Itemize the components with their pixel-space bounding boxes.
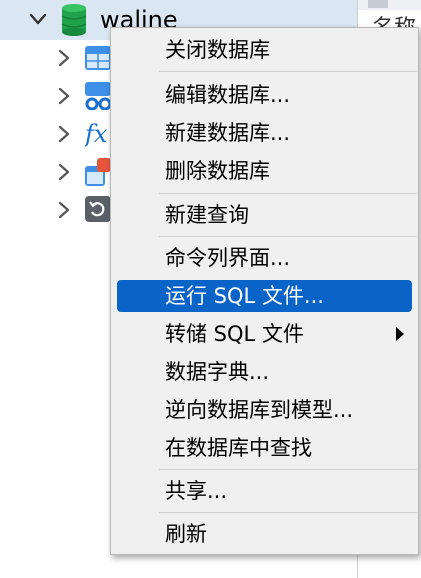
- svg-text:fx: fx: [85, 120, 108, 148]
- menu-item-label: 命令列界面...: [165, 246, 291, 270]
- menu-item-run-sql-file[interactable]: 运行 SQL 文件...: [117, 280, 412, 312]
- menu-item-refresh[interactable]: 刷新: [117, 518, 412, 550]
- chevron-right-icon[interactable]: [56, 200, 72, 220]
- chevron-right-icon[interactable]: [56, 86, 72, 106]
- views-icon: [85, 82, 111, 110]
- menu-item-delete-database[interactable]: 删除数据库: [117, 155, 412, 187]
- backups-icon: [85, 196, 111, 222]
- context-menu: 关闭数据库 编辑数据库... 新建数据库... 删除数据库 新建查询 命令列界面…: [110, 27, 419, 555]
- menu-item-command-line[interactable]: 命令列界面...: [117, 242, 412, 274]
- menu-separator: [159, 71, 419, 72]
- menu-item-new-database[interactable]: 新建数据库...: [117, 117, 412, 149]
- menu-item-share[interactable]: 共享...: [117, 475, 412, 507]
- submenu-arrow-icon: [396, 327, 404, 341]
- tree-item-views[interactable]: [0, 78, 111, 114]
- tree-item-backups[interactable]: [0, 192, 111, 228]
- menu-item-label: 关闭数据库: [165, 38, 270, 62]
- menu-item-label: 编辑数据库...: [165, 83, 291, 107]
- chevron-right-icon[interactable]: [56, 48, 72, 68]
- menu-item-label: 新建查询: [165, 203, 249, 227]
- database-icon: [61, 4, 87, 36]
- menu-item-label: 运行 SQL 文件...: [165, 284, 324, 308]
- menu-item-data-dictionary[interactable]: 数据字典...: [117, 356, 412, 388]
- toolbar-button[interactable]: [368, 0, 388, 8]
- menu-item-label: 共享...: [165, 479, 228, 503]
- tables-icon: [85, 46, 111, 70]
- menu-item-label: 数据字典...: [165, 360, 270, 384]
- right-toolbar: [358, 0, 421, 10]
- menu-item-label: 转储 SQL 文件: [165, 322, 304, 346]
- chevron-right-icon[interactable]: [56, 162, 72, 182]
- tree-item-queries[interactable]: [0, 154, 111, 190]
- menu-separator: [159, 469, 419, 470]
- tree-item-functions[interactable]: fx: [0, 116, 110, 152]
- functions-icon: fx: [85, 120, 108, 148]
- tree-item-tables[interactable]: [0, 40, 111, 76]
- menu-item-close-database[interactable]: 关闭数据库: [117, 34, 412, 66]
- menu-item-reverse-to-model[interactable]: 逆向数据库到模型...: [117, 394, 412, 426]
- menu-item-label: 新建数据库...: [165, 121, 291, 145]
- queries-icon: [85, 158, 111, 186]
- menu-item-label: 刷新: [165, 522, 207, 546]
- menu-separator: [159, 193, 419, 194]
- menu-item-label: 逆向数据库到模型...: [165, 398, 354, 422]
- menu-item-label: 在数据库中查找: [165, 436, 312, 460]
- menu-item-label: 删除数据库: [165, 159, 270, 183]
- menu-separator: [159, 236, 419, 237]
- chevron-down-icon[interactable]: [28, 9, 48, 29]
- menu-item-dump-sql-file[interactable]: 转储 SQL 文件: [117, 318, 412, 350]
- menu-separator: [159, 512, 419, 513]
- menu-item-new-query[interactable]: 新建查询: [117, 199, 412, 231]
- chevron-right-icon[interactable]: [56, 124, 72, 144]
- menu-item-edit-database[interactable]: 编辑数据库...: [117, 79, 412, 111]
- menu-item-find-in-database[interactable]: 在数据库中查找: [117, 432, 412, 464]
